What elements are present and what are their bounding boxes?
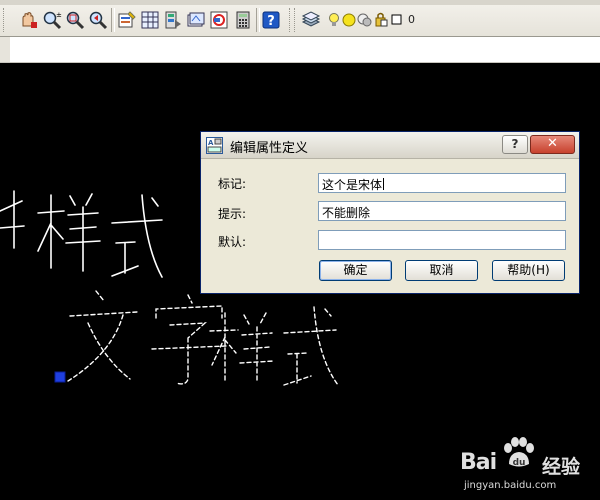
pan-realtime-icon[interactable] — [18, 10, 38, 30]
zoom-window-icon[interactable] — [65, 10, 85, 30]
default-input[interactable] — [318, 230, 566, 250]
layer-name: 0 — [408, 13, 415, 26]
default-label: 默认: — [218, 235, 247, 249]
freeze-viewport-icon — [357, 13, 372, 27]
edit-attribute-definition-dialog: A 编辑属性定义 ? ✕ 标记: 这个是宋体 提示: 不能删除 默认: 确定 取… — [200, 131, 580, 294]
watermark-brand: Bai — [460, 450, 497, 475]
sheet-set-icon[interactable] — [186, 10, 206, 30]
cancel-button[interactable]: 取消 — [405, 260, 478, 281]
insertion-grip[interactable] — [54, 371, 66, 383]
watermark-url: jingyan.baidu.com — [464, 480, 557, 491]
light-bulb-icon — [329, 13, 339, 26]
lock-icon — [375, 12, 388, 27]
calculator-icon[interactable] — [233, 10, 253, 30]
svg-text:±: ± — [56, 11, 62, 19]
design-center-icon[interactable] — [140, 10, 160, 30]
strip-corner — [0, 37, 10, 62]
dashed-text-geometry — [67, 290, 339, 386]
toolbar-grip[interactable] — [294, 8, 298, 32]
layer-dropdown[interactable]: 0 — [326, 11, 600, 29]
zoom-previous-icon[interactable] — [88, 10, 108, 30]
baidu-paw-icon: du — [504, 437, 534, 468]
properties-icon[interactable] — [117, 10, 137, 30]
sun-icon — [342, 13, 356, 27]
prompt-label: 提示: — [218, 207, 247, 221]
ok-button[interactable]: 确定 — [319, 260, 392, 281]
help-title-button[interactable]: ? — [502, 135, 528, 154]
baidu-jingyan-watermark: Bai du 经验 jingyan.baidu.com — [460, 434, 600, 500]
dialog-titlebar[interactable]: A 编辑属性定义 ? ✕ — [201, 132, 579, 159]
close-button[interactable]: ✕ — [530, 135, 575, 154]
drawing-tab-strip — [0, 37, 600, 63]
svg-text:?: ? — [267, 14, 275, 29]
dialog-title: 编辑属性定义 — [230, 141, 309, 156]
toolbar-grip[interactable] — [289, 8, 293, 32]
toolbar-separator — [256, 8, 260, 32]
toolbar-separator — [111, 8, 115, 32]
svg-text:A: A — [208, 139, 214, 147]
toolbar: ± ? 0 — [0, 0, 600, 37]
close-icon: ✕ — [547, 136, 558, 151]
layer-manager-icon[interactable] — [301, 10, 321, 30]
watermark-product: 经验 — [542, 456, 581, 478]
toolbar-grip[interactable] — [3, 8, 7, 32]
menu-bar-edge — [0, 0, 600, 5]
svg-text:du: du — [513, 458, 526, 468]
solid-text-geometry — [0, 190, 163, 278]
attribute-definition-icon: A — [206, 137, 223, 154]
help-button[interactable]: 帮助(H) — [492, 260, 565, 281]
prompt-input[interactable]: 不能删除 — [318, 201, 566, 221]
zoom-realtime-icon[interactable]: ± — [42, 10, 62, 30]
tool-palettes-icon[interactable] — [163, 10, 183, 30]
tag-input[interactable]: 这个是宋体 — [318, 173, 566, 193]
tag-label: 标记: — [218, 177, 247, 191]
help-icon[interactable]: ? — [261, 10, 281, 30]
color-swatch-icon — [391, 14, 402, 25]
layer-state-icons — [329, 12, 402, 27]
markup-icon[interactable] — [209, 10, 229, 30]
